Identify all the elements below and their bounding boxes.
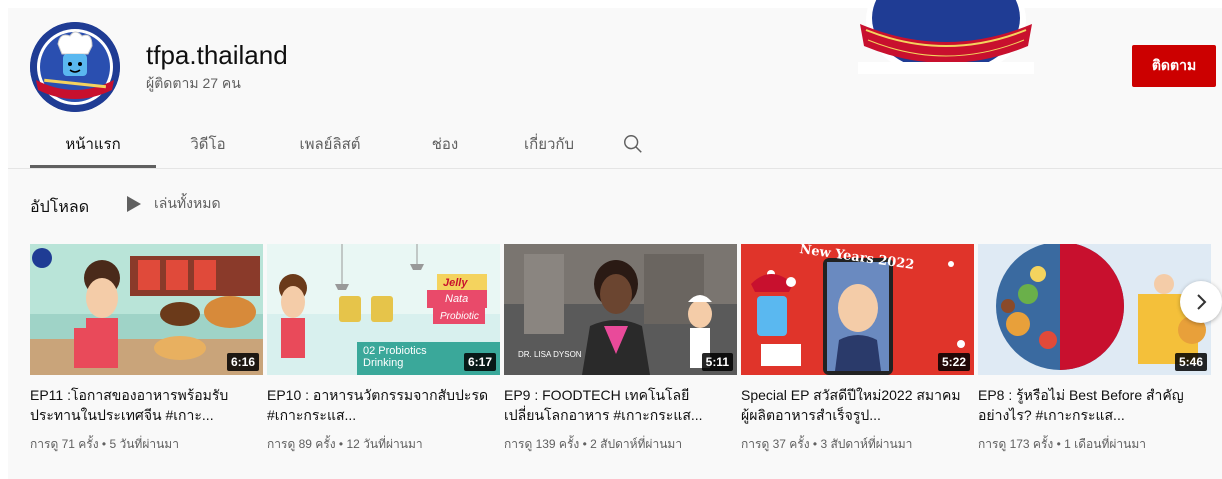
channel-avatar[interactable] — [30, 22, 120, 112]
video-item[interactable]: 5:46 EP8 : รู้หรือไม่ Best Before สำคัญอ… — [978, 244, 1211, 454]
thumbnail-text: DR. LISA DYSON — [518, 350, 582, 359]
video-meta: การดู 89 ครั้ง • 12 วันที่ผ่านมา — [267, 437, 423, 451]
video-thumbnail[interactable]: New Years 2022 5:22 — [741, 244, 974, 375]
thumbnail-jelly-text: Jelly — [443, 277, 468, 289]
video-title[interactable]: EP11 :โอกาสของอาหารพร้อมรับประทานในประเท… — [30, 385, 255, 425]
tab-home[interactable]: หน้าแรก — [30, 120, 156, 168]
channel-tabs: หน้าแรก วิดีโอ เพลย์ลิสต์ ช่อง เกี่ยวกับ — [30, 120, 658, 168]
video-meta: การดู 139 ครั้ง • 2 สัปดาห์ที่ผ่านมา — [504, 437, 683, 451]
subscribe-button[interactable]: ติดตาม — [1132, 45, 1216, 87]
play-all-button[interactable]: เล่นทั้งหมด — [126, 193, 221, 215]
search-icon[interactable] — [608, 120, 658, 168]
video-item[interactable]: DR. LISA DYSON 5:11 EP9 : FOODTECH เทคโน… — [504, 244, 737, 454]
thumbnail-nata-text: Nata — [445, 293, 469, 305]
video-title[interactable]: EP10 : อาหารนวัตกรรมจากสับปะรด #เกาะกระแ… — [267, 385, 492, 425]
video-meta: การดู 173 ครั้ง • 1 เดือนที่ผ่านมา — [978, 437, 1146, 451]
video-meta: การดู 71 ครั้ง • 5 วันที่ผ่านมา — [30, 437, 179, 451]
channel-name[interactable]: tfpa.thailand — [146, 40, 288, 71]
tab-channels[interactable]: ช่อง — [400, 120, 490, 168]
video-title[interactable]: EP9 : FOODTECH เทคโนโลยีเปลี่ยนโลกอาหาร … — [504, 385, 729, 425]
video-title[interactable]: Special EP สวัสดีปีใหม่2022 สมาคมผู้ผลิต… — [741, 385, 966, 425]
video-duration: 5:22 — [937, 353, 970, 371]
uploads-shelf: อัปโหลด เล่นทั้งหมด 6:16 EP11:โอกาสของอ… — [8, 169, 1222, 479]
video-title[interactable]: EP8 : รู้หรือไม่ Best Before สำคัญอย่างไ… — [978, 385, 1203, 425]
video-thumbnail[interactable]: DR. LISA DYSON 5:11 — [504, 244, 737, 375]
shelf-title[interactable]: อัปโหลด — [30, 195, 89, 220]
channel-header: tfpa.thailand ผู้ติดตาม 27 คน ติดตาม หน้… — [8, 0, 1222, 168]
video-duration: 6:17 — [463, 353, 496, 371]
video-meta: การดู 37 ครั้ง • 3 สัปดาห์ที่ผ่านมา — [741, 437, 913, 451]
play-icon — [127, 196, 141, 212]
tab-playlists[interactable]: เพลย์ลิสต์ — [260, 120, 400, 168]
video-item[interactable]: Jelly Nata Probiotic 02 Probiotics Drink… — [267, 244, 500, 454]
tab-videos[interactable]: วิดีโอ — [156, 120, 260, 168]
video-duration: 5:46 — [1174, 353, 1207, 371]
play-all-label: เล่นทั้งหมด — [154, 195, 221, 211]
video-thumbnail[interactable]: 5:46 — [978, 244, 1211, 375]
subscriber-count: ผู้ติดตาม 27 คน — [146, 75, 241, 91]
video-item[interactable]: 6:16 EP11 :โอกาสของอาหารพร้อมรับประทานใน… — [30, 244, 263, 454]
thumbnail-text: 02 Probiotics Drinking — [363, 345, 427, 369]
tab-about[interactable]: เกี่ยวกับ — [490, 120, 608, 168]
video-item[interactable]: New Years 2022 5:22 Special EP สวัสดีปีใ… — [741, 244, 974, 454]
video-duration: 6:16 — [226, 353, 259, 371]
channel-banner-logo — [858, 0, 1034, 78]
chevron-right-icon[interactable] — [1180, 281, 1222, 323]
video-thumbnail[interactable]: 6:16 — [30, 244, 263, 375]
video-thumbnail[interactable]: Jelly Nata Probiotic 02 Probiotics Drink… — [267, 244, 500, 375]
thumbnail-probiotic-text: Probiotic — [440, 311, 479, 322]
channel-page: tfpa.thailand ผู้ติดตาม 27 คน ติดตาม หน้… — [8, 0, 1222, 479]
video-duration: 5:11 — [701, 353, 733, 371]
